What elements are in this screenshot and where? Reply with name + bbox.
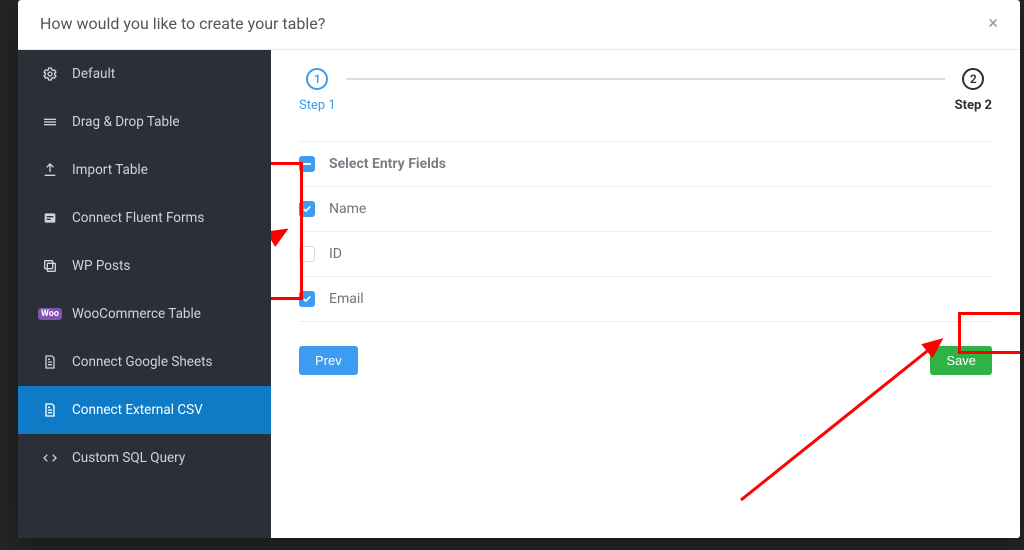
copy-icon xyxy=(42,258,58,274)
stepper-line xyxy=(346,78,945,80)
field-checkbox[interactable] xyxy=(299,246,315,262)
field-label: Email xyxy=(329,291,364,307)
sidebar-item-label: WP Posts xyxy=(72,258,130,274)
sidebar-item-label: Connect Google Sheets xyxy=(72,354,213,370)
sidebar-item-external-csv[interactable]: Connect External CSV xyxy=(18,386,271,434)
sidebar-item-label: Custom SQL Query xyxy=(72,450,185,466)
code-icon xyxy=(42,450,58,466)
field-checkbox[interactable] xyxy=(299,201,315,217)
sidebar-item-fluent-forms[interactable]: Connect Fluent Forms xyxy=(18,194,271,242)
sidebar: Default Drag & Drop Table Import Table C… xyxy=(18,50,271,538)
sidebar-item-label: Drag & Drop Table xyxy=(72,114,180,130)
form-icon xyxy=(42,210,58,226)
field-row[interactable]: ID xyxy=(299,232,992,277)
field-checkbox[interactable] xyxy=(299,291,315,307)
step-label: Step 2 xyxy=(955,98,992,113)
save-button[interactable]: Save xyxy=(930,346,992,375)
gear-icon xyxy=(42,66,58,82)
prev-button[interactable]: Prev xyxy=(299,346,358,375)
fields-table: Select Entry Fields Name ID Email xyxy=(299,141,992,322)
step-2[interactable]: 2 Step 2 xyxy=(955,68,992,113)
stepper: 1 Step 1 2 Step 2 xyxy=(299,68,992,113)
create-table-modal: How would you like to create your table?… xyxy=(18,0,1020,538)
sidebar-item-wp-posts[interactable]: WP Posts xyxy=(18,242,271,290)
sidebar-item-label: Connect External CSV xyxy=(72,402,203,418)
step-circle: 1 xyxy=(306,68,328,90)
close-icon[interactable]: × xyxy=(988,15,998,33)
fields-header-row: Select Entry Fields xyxy=(299,142,992,187)
select-all-checkbox[interactable] xyxy=(299,156,315,172)
woo-icon: Woo xyxy=(42,306,58,322)
fields-header-label: Select Entry Fields xyxy=(329,156,446,172)
step-circle: 2 xyxy=(962,68,984,90)
sheet-icon xyxy=(42,402,58,418)
sidebar-item-sql-query[interactable]: Custom SQL Query xyxy=(18,434,271,482)
sidebar-item-label: Import Table xyxy=(72,162,148,178)
sidebar-item-drag-drop[interactable]: Drag & Drop Table xyxy=(18,98,271,146)
sidebar-item-default[interactable]: Default xyxy=(18,50,271,98)
sidebar-item-woocommerce[interactable]: Woo WooCommerce Table xyxy=(18,290,271,338)
step-1[interactable]: 1 Step 1 xyxy=(299,68,336,113)
field-label: Name xyxy=(329,201,366,217)
sheet-icon xyxy=(42,354,58,370)
annotation-arrow-left xyxy=(271,220,296,330)
upload-icon xyxy=(42,162,58,178)
sidebar-item-google-sheets[interactable]: Connect Google Sheets xyxy=(18,338,271,386)
sidebar-item-label: Default xyxy=(72,66,115,82)
modal-main: 1 Step 1 2 Step 2 Select Entry Fields Na… xyxy=(271,50,1020,538)
sidebar-item-label: Connect Fluent Forms xyxy=(72,210,204,226)
sidebar-item-label: WooCommerce Table xyxy=(72,306,201,322)
grid-icon xyxy=(42,114,58,130)
step-label: Step 1 xyxy=(299,98,336,113)
modal-title: How would you like to create your table? xyxy=(40,14,325,33)
field-row[interactable]: Name xyxy=(299,187,992,232)
field-label: ID xyxy=(329,246,342,262)
modal-titlebar: How would you like to create your table?… xyxy=(18,0,1020,50)
sidebar-item-import[interactable]: Import Table xyxy=(18,146,271,194)
field-row[interactable]: Email xyxy=(299,277,992,322)
button-row: Prev Save xyxy=(299,346,992,375)
